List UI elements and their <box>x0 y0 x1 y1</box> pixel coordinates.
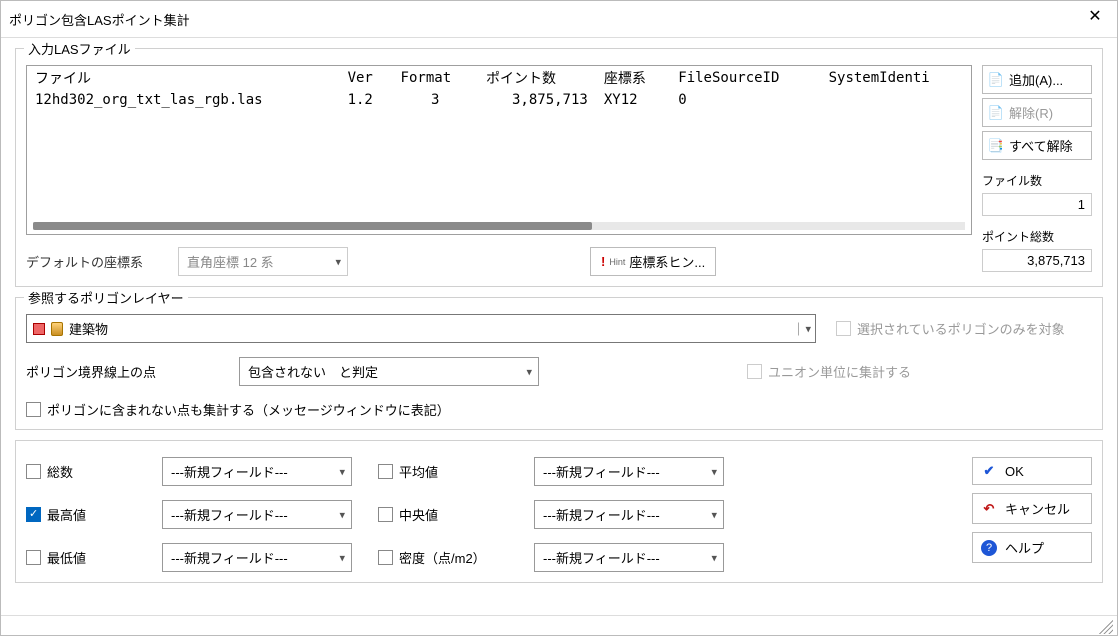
remove-all-icon: 📑 <box>987 138 1005 154</box>
las-table[interactable]: ファイル Ver Format ポイント数 座標系 FileSourceID S… <box>26 65 972 235</box>
dialog-content: 入力LASファイル ファイル Ver Format ポイント数 座標系 File… <box>1 38 1117 615</box>
polygon-layer-select[interactable]: 建築物 <box>26 314 816 343</box>
median-checkbox[interactable]: 中央値 <box>378 505 518 524</box>
polygon-icon <box>33 323 45 335</box>
table-row[interactable]: 12hd302_org_txt_las_rgb.las 1.2 3 3,875,… <box>27 90 971 110</box>
col-fsid[interactable]: FileSourceID <box>670 66 820 90</box>
point-total-value: 3,875,713 <box>982 249 1092 272</box>
database-icon <box>51 322 63 336</box>
median-field-select[interactable]: ---新規フィールド--- <box>534 500 724 529</box>
total-checkbox[interactable]: 総数 <box>26 462 146 481</box>
h-scrollbar[interactable] <box>33 222 965 230</box>
boundary-label: ポリゴン境界線上の点 <box>26 362 201 381</box>
col-format[interactable]: Format <box>393 66 478 90</box>
file-count-label: ファイル数 <box>982 172 1092 189</box>
min-checkbox[interactable]: 最低値 <box>26 548 146 567</box>
crs-hint-button[interactable]: ! Hint 座標系ヒン... <box>590 247 716 276</box>
exclaim-icon: ! <box>601 254 605 269</box>
boundary-select[interactable]: 包含されない と判定 <box>239 357 539 386</box>
output-group: 総数 ---新規フィールド--- 平均値 ---新規フィールド--- 最高値 -… <box>15 440 1103 583</box>
titlebar: ポリゴン包含LASポイント集計 ✕ <box>1 1 1117 38</box>
remove-button[interactable]: 📄 解除(R) <box>982 98 1092 127</box>
total-field-select[interactable]: ---新規フィールド--- <box>162 457 352 486</box>
undo-icon: ↶ <box>981 501 997 517</box>
cancel-button[interactable]: ↶キャンセル <box>972 493 1092 524</box>
help-icon: ? <box>981 540 997 556</box>
remove-icon: 📄 <box>987 105 1005 121</box>
las-legend: 入力LASファイル <box>24 39 135 58</box>
add-button[interactable]: 📄 追加(A)... <box>982 65 1092 94</box>
statusbar <box>1 615 1117 635</box>
remove-all-button[interactable]: 📑 すべて解除 <box>982 131 1092 160</box>
col-points[interactable]: ポイント数 <box>478 66 596 90</box>
max-field-select[interactable]: ---新規フィールド--- <box>162 500 352 529</box>
add-icon: 📄 <box>987 72 1005 88</box>
col-ver[interactable]: Ver <box>340 66 393 90</box>
col-crs[interactable]: 座標系 <box>596 66 670 90</box>
polygon-group: 参照するポリゴンレイヤー 建築物 選択されているポリゴンのみを対象 ポリゴン境界… <box>15 297 1103 430</box>
help-button[interactable]: ?ヘルプ <box>972 532 1092 563</box>
min-field-select[interactable]: ---新規フィールド--- <box>162 543 352 572</box>
las-group: 入力LASファイル ファイル Ver Format ポイント数 座標系 File… <box>15 48 1103 287</box>
point-total-label: ポイント総数 <box>982 228 1092 245</box>
dialog-window: ポリゴン包含LASポイント集計 ✕ 入力LASファイル ファイル Ver For… <box>0 0 1118 636</box>
close-icon[interactable]: ✕ <box>1073 5 1117 33</box>
default-crs-label: デフォルトの座標系 <box>26 252 166 271</box>
density-field-select[interactable]: ---新規フィールド--- <box>534 543 724 572</box>
window-title: ポリゴン包含LASポイント集計 <box>9 10 190 29</box>
file-count-value: 1 <box>982 193 1092 216</box>
avg-field-select[interactable]: ---新規フィールド--- <box>534 457 724 486</box>
col-file[interactable]: ファイル <box>27 66 340 90</box>
polygon-legend: 参照するポリゴンレイヤー <box>24 288 188 307</box>
max-checkbox[interactable]: 最高値 <box>26 505 146 524</box>
outside-points-checkbox[interactable]: ポリゴンに含まれない点も集計する（メッセージウィンドウに表記） <box>26 400 1092 419</box>
default-crs-select[interactable]: 直角座標 12 系 <box>178 247 348 276</box>
resize-grip-icon[interactable] <box>1097 618 1113 634</box>
check-icon: ✔ <box>981 463 997 479</box>
ok-button[interactable]: ✔OK <box>972 457 1092 485</box>
union-checkbox[interactable]: ユニオン単位に集計する <box>747 362 911 381</box>
selected-only-checkbox[interactable]: 選択されているポリゴンのみを対象 <box>836 319 1065 338</box>
avg-checkbox[interactable]: 平均値 <box>378 462 518 481</box>
density-checkbox[interactable]: 密度（点/m2） <box>378 548 518 567</box>
col-sysid[interactable]: SystemIdenti <box>821 66 971 90</box>
